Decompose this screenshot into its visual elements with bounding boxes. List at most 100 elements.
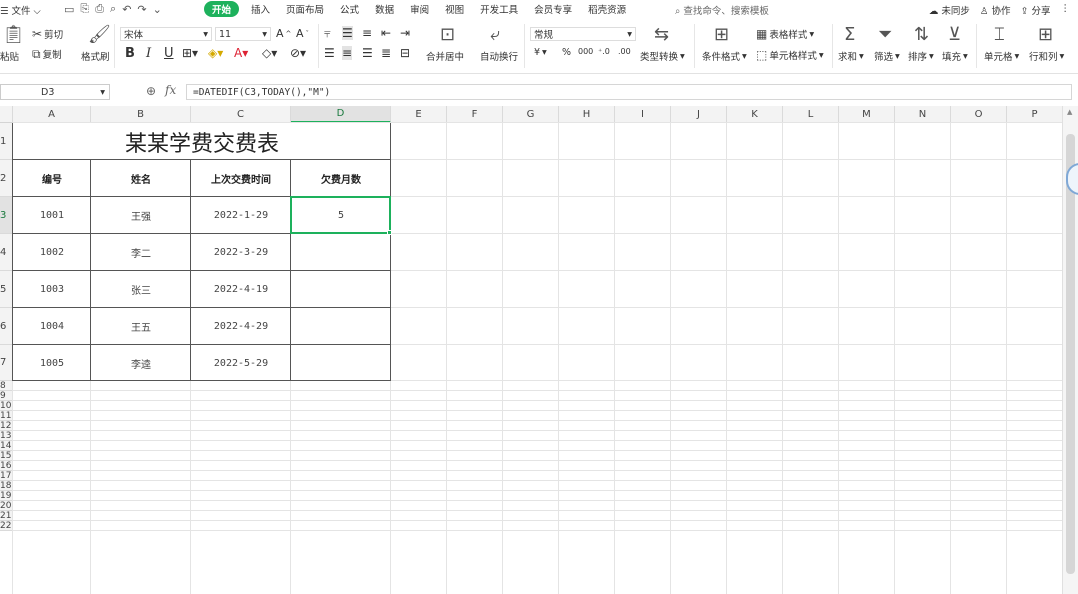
sum-icon[interactable]: Σ	[844, 26, 855, 44]
wrap-text-icon[interactable]: ⤶	[490, 26, 500, 44]
merge-center-button[interactable]: 合并居中	[426, 49, 464, 63]
copy-button[interactable]: ⧉ 复制	[32, 47, 62, 61]
tab-page-layout[interactable]: 页面布局	[278, 2, 332, 16]
column-header-m[interactable]: M	[839, 106, 895, 123]
header-cell[interactable]: 姓名	[91, 160, 191, 197]
file-menu[interactable]: ☰ 文件 ⌵	[0, 3, 41, 17]
format-painter-button[interactable]: 格式刷	[81, 49, 110, 63]
column-header-p[interactable]: P	[1007, 106, 1062, 123]
sort-button[interactable]: 排序 ▾	[908, 49, 934, 64]
data-cell[interactable]: 1002	[13, 234, 91, 271]
tab-view[interactable]: 视图	[437, 2, 472, 16]
column-header-c[interactable]: C	[191, 106, 291, 123]
bold-button[interactable]: B	[125, 46, 135, 61]
scrollbar-thumb[interactable]	[1066, 134, 1075, 574]
align-center-button[interactable]: ≡	[342, 46, 353, 60]
paste-icon[interactable]: 📋︎	[2, 26, 25, 44]
sort-icon[interactable]: ⇅	[914, 26, 929, 44]
row-col-button[interactable]: 行和列 ▾	[1029, 49, 1064, 64]
header-cell[interactable]: 欠费月数	[291, 160, 391, 197]
align-middle-button[interactable]: ☰	[342, 26, 353, 40]
cell-button[interactable]: 单元格 ▾	[984, 49, 1019, 64]
data-cell[interactable]: 王五	[91, 308, 191, 345]
align-bottom-button[interactable]: ≡	[362, 26, 372, 40]
format-painter-icon[interactable]: 🖌︎	[88, 26, 111, 44]
formula-input[interactable]: =DATEDIF(C3,TODAY(),"M")	[186, 84, 1072, 100]
active-cell-selection[interactable]	[290, 196, 391, 234]
scroll-up-icon[interactable]: ▲	[1067, 108, 1072, 116]
tab-member[interactable]: 会员专享	[526, 2, 580, 16]
column-header-h[interactable]: H	[559, 106, 615, 123]
row-col-icon[interactable]: ⊞	[1038, 26, 1053, 44]
tab-home[interactable]: 开始	[204, 1, 240, 17]
data-cell[interactable]: 1001	[13, 197, 91, 234]
name-box[interactable]: D3 ▾	[0, 84, 110, 100]
redo-icon[interactable]: ↷	[137, 3, 146, 16]
column-header-f[interactable]: F	[447, 106, 503, 123]
sync-status[interactable]: ☁ 未同步	[929, 3, 970, 17]
merge-center-icon[interactable]: ⊡	[440, 26, 455, 44]
header-cell[interactable]: 编号	[13, 160, 91, 197]
paste-button[interactable]: 粘贴	[0, 49, 19, 63]
column-header-n[interactable]: N	[895, 106, 951, 123]
cut-button[interactable]: ✂ 剪切	[32, 27, 63, 41]
column-header-k[interactable]: K	[727, 106, 783, 123]
border-button[interactable]: ⊞▾	[182, 46, 198, 60]
column-header-b[interactable]: B	[91, 106, 191, 123]
insert-function-button[interactable]: fx	[165, 83, 176, 97]
data-cell[interactable]	[291, 271, 391, 308]
data-cell[interactable]: 王强	[91, 197, 191, 234]
data-cell[interactable]: 1005	[13, 345, 91, 381]
print-preview-icon[interactable]: ⌕	[110, 2, 116, 16]
export-icon[interactable]: ⎘	[80, 2, 89, 16]
column-header-o[interactable]: O	[951, 106, 1007, 123]
more-icon[interactable]: ⋮	[1061, 3, 1071, 17]
distribute-button[interactable]: ⊟	[400, 46, 410, 60]
table-style-button[interactable]: ▦ 表格样式 ▾	[756, 27, 814, 41]
column-header-l[interactable]: L	[783, 106, 839, 123]
header-cell[interactable]: 上次交费时间	[191, 160, 291, 197]
clear-button[interactable]: ◇▾	[262, 46, 277, 60]
column-header-d[interactable]: D	[291, 106, 391, 123]
print-icon[interactable]: ⎙	[95, 2, 104, 16]
justify-button[interactable]: ≣	[381, 46, 391, 60]
fill-button[interactable]: 填充 ▾	[942, 49, 968, 64]
more-font-button[interactable]: ⊘▾	[290, 46, 306, 60]
type-convert-button[interactable]: 类型转换 ▾	[640, 49, 685, 64]
cell-style-button[interactable]: ⬚ 单元格样式 ▾	[756, 48, 824, 62]
tab-resources[interactable]: 稻壳资源	[580, 2, 634, 16]
filter-icon[interactable]: ⏷	[878, 26, 892, 44]
tab-data[interactable]: 数据	[367, 2, 402, 16]
tab-formulas[interactable]: 公式	[332, 2, 367, 16]
undo-icon[interactable]: ↶	[122, 3, 131, 16]
conditional-format-button[interactable]: 条件格式 ▾	[702, 49, 747, 64]
spreadsheet-grid[interactable]: ABCDEFGHIJKLMNOP 1 2 3 4 5 6 7 8 9 10 11 12 13 14 15 16…	[0, 106, 1062, 594]
italic-button[interactable]: I	[146, 46, 151, 61]
conditional-format-icon[interactable]: ⊞	[714, 26, 729, 44]
sum-button[interactable]: 求和 ▾	[838, 49, 864, 64]
align-top-button[interactable]: ⫧	[324, 26, 331, 41]
tab-review[interactable]: 审阅	[402, 2, 437, 16]
save-icon[interactable]: ▭	[64, 3, 74, 16]
font-name-select[interactable]: 宋体 ▾	[120, 27, 212, 41]
data-cell[interactable]: 1004	[13, 308, 91, 345]
align-right-button[interactable]: ☰	[362, 46, 373, 60]
indent-increase-button[interactable]: ⇥	[400, 26, 410, 40]
wrap-text-button[interactable]: 自动换行	[480, 49, 518, 63]
data-cell[interactable]: 1003	[13, 271, 91, 308]
fill-icon[interactable]: ⊻	[948, 26, 961, 44]
data-cell[interactable]	[291, 234, 391, 271]
increase-decimal-button[interactable]: ⁺.0	[598, 47, 610, 56]
data-cell[interactable]: 李二	[91, 234, 191, 271]
data-cell[interactable]: 2022-1-29	[191, 197, 291, 234]
decrease-font-button[interactable]: Aˇ	[296, 27, 309, 40]
percent-button[interactable]: %	[562, 47, 571, 58]
currency-button[interactable]: ¥ ▾	[534, 47, 547, 58]
data-cell[interactable]: 2022-4-29	[191, 308, 291, 345]
cell-area[interactable]: 某某学费交费表 编号 姓名 上次交费时间 欠费月数 1001 王强 2022-1-29 5 100…	[12, 122, 1062, 594]
column-header-j[interactable]: J	[671, 106, 727, 123]
data-cell[interactable]: 李逵	[91, 345, 191, 381]
align-left-button[interactable]: ☰	[324, 46, 335, 60]
thousands-button[interactable]: 000	[578, 47, 593, 56]
fill-color-button[interactable]: ◈▾	[208, 46, 223, 60]
